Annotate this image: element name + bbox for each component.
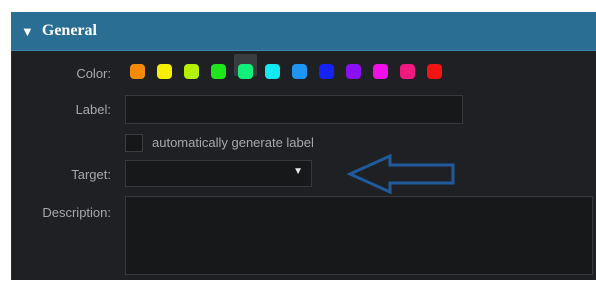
section-title: General: [41, 22, 97, 39]
color-swatch-cyan[interactable]: [265, 64, 280, 79]
label-input[interactable]: [125, 95, 463, 124]
auto-generate-label-checkbox[interactable]: [125, 134, 143, 152]
color-swatch-green[interactable]: [211, 64, 226, 79]
collapse-caret-icon[interactable]: ▼: [21, 25, 34, 38]
annotation-arrow-outline: [346, 153, 455, 195]
color-swatch-pink[interactable]: [400, 64, 415, 79]
color-swatch-azure[interactable]: [292, 64, 307, 79]
annotation-arrow-icon: [346, 153, 455, 195]
section-header-general[interactable]: ▼ General: [11, 12, 596, 51]
color-swatch-red[interactable]: [427, 64, 442, 79]
color-swatch-yellow-green[interactable]: [184, 64, 199, 79]
color-swatch-blue[interactable]: [319, 64, 334, 79]
description-textarea[interactable]: [125, 196, 593, 275]
dropdown-caret-icon: ▼: [293, 166, 303, 177]
target-select[interactable]: ▼: [125, 160, 312, 187]
color-swatch-orange[interactable]: [130, 64, 145, 79]
color-swatch-spring-green[interactable]: [238, 64, 253, 79]
label-field-label: Label:: [75, 102, 111, 117]
target-label: Target:: [71, 167, 111, 182]
auto-generate-label-text: automatically generate label: [152, 135, 314, 150]
description-label: Description:: [42, 205, 111, 220]
color-swatch-violet[interactable]: [346, 64, 361, 79]
color-swatch-magenta[interactable]: [373, 64, 388, 79]
color-swatch-yellow[interactable]: [157, 64, 172, 79]
general-panel: ▼ General Color: Label: automatically ge…: [11, 12, 596, 280]
color-label: Color:: [76, 66, 111, 81]
